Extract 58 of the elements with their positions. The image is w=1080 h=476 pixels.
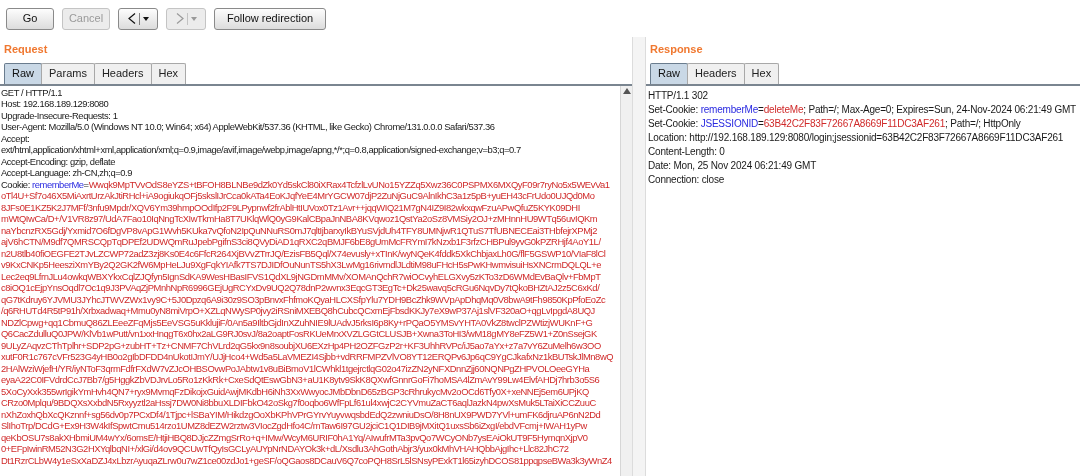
message-line: Accept: [1, 132, 31, 144]
caret-icon [142, 16, 149, 21]
message-line: Accept-Encoding: gzip, deflate [1, 155, 117, 167]
message-line: 8JFs0E1KZ5K2J7MFf/3nfu9Mpdr/XQV6Ym39hmpOOdIfp2F9LPypnwf2frAblHtIUVox0Tz1Avr++jqqWIQ21M7gN4IZ9I82wkxqwFzuAPwQfuZ5KYK09DHI [1, 201, 581, 213]
message-line: mWtQIwCa/D+/V1VR8z97/UdA7Fao10IqNngTcXIwTkmHa8T7UKlqWlQ0yG9KalCBpaJnNBA8KVqwoz1QstYa2oSz8VMSiy2OJ+zMHnnHU9WTq56uvIQKm [1, 213, 599, 225]
panel-tab[interactable]: Hex [743, 62, 780, 84]
message-line: nXhZoxhQbXcQKznnf+sg56dv0p7PCxDf4/1Tjpc+lSBaYIM/HikdzgOoXbKPhVPrGYrvYuyvwqsbdEdQ2zwniuDsO/8H8nUX9PWD7YVl+umFK6djruAP6nN2Dd [1, 408, 602, 420]
scrollbar[interactable] [620, 85, 632, 476]
caret-icon [190, 16, 197, 21]
message-line: GET / HTTP/1.1 [1, 86, 64, 98]
panel-tab[interactable]: Raw [4, 62, 42, 84]
message-line: /q6RHUTd4R5tP91h/Xrbxadwaq+Mmu0yN8miVrpO+XZLqNWySP0jvy2iRSniMXEBQ8hCubcQCxmEjFbsdKKJy7eX9wP37Aj1slVF320aO+qgLvIpgdA8UQJ [1, 305, 596, 317]
message-line: Content-Length: 0 [648, 144, 726, 159]
message-line: qG7tKdruy6YJVMU3JYhcJTWVZWx1vy9C+5J0Dpzq6A9i30z9SO3pBnvxFhfmoKQyaHLCXSfpYlu7YDH9BcZhk9WVpApDhqMq0V8bwA9tFh9850KpPfoEoZc [1, 293, 607, 305]
message-line: Date: Mon, 25 Nov 2024 06:21:49 GMT [648, 158, 818, 173]
panel-tab[interactable]: Hex [150, 62, 187, 84]
message-line: 9ULyZAqvzCThTplhr+SDP2pG+zubHT+Tz+CNMF7ChVLrd2qG5kx9n8soubjXU6EXzHp4PH2OZFGzP2r+KF3UhhRVPc/iJ5ao7aYx+z7a7vY6ZuMelh6w3OO [1, 339, 602, 351]
message-line: ajV6hCTN/M9df7QMRSCQpTqDPEf2UDWQmRuJpebPgifnS3ci8QVyDiAD1qRXC2qBMJF6bE8gUmMcFRYmI7kNzxb1F3rfzCHBPul9yvG0kPZRHjf4AoY1L/ [1, 236, 602, 248]
arrow-up-icon[interactable] [622, 87, 631, 94]
chevron-right-icon [175, 13, 184, 24]
message-line: oTl4U+Sf7o46X5MiAxrtUrzAkJtiRHcl+iA9ogiukqOFj5skslIJrCca0kATa4EoKJqfYeE4MrYGCW07djP2ZuNjGuC9AlnIkhC3a1z5pB+yuEH43cFrUdo0UJQd0Mo [1, 190, 596, 202]
message-line: NDZlCpwg+qq1CbmuQ86ZLEeeZFqMjs5EeVSG5uKklujiF/0An5a9IltbGjdInXZuhNIE9lUAdvJ5rksI6p8Ky+rPQaO5YMSvYHTA0VkZ8twclPZWtizjWUKnF+G [1, 316, 594, 328]
message-line: n2U8tlb40fiOEGFE2TJvLZCWP72adZ3zj8Ks0E4c6FfcR264XjBVvZTrrJQ/EzisFB5Qql/X74evusly+xTInK/wyNQeK4fddk5XkChbjaxLh0G/flF5GSWP10/VIaF8lCl [1, 247, 607, 259]
message-line: 2HAlWziWjefH/YR/iyNToF3qrmFdfrFXdW7vZJcOHBSOvwPoJAbtw1v8uBiBmoV1lCWhkl1tgejrctlqG02o47izZN2yNFXDnnZjj60NQNPgZHPVOLOeeGYHa [1, 362, 591, 374]
message-line: CRzo0Mplqu/9BDQXsXxbdN5Rxyyztl2aHssj7DW0Ni8bbuXLDIFbkO42oSkg7f0oqbo6WfFpLf61ul4xwjC2CYVmuZaCT6aqlJazkN4pwXsMuk5LTaiXiCCZuuC [1, 397, 597, 409]
message-line: Set-Cookie: rememberMe=deleteMe; Path=/; Max-Age=0; Expires=Sun, 24-Nov-2024 06:21:49 GMT [648, 102, 1077, 117]
panel-tab[interactable]: Headers [687, 62, 745, 84]
message-line: c8iOQ1cEjpYnsOqdl7Oc1q9J3PVAqZjPMnhNpR6996GEjUgRCYxDv9UQ2Q78dnP2wvnx3EqcGT3EgTc+Dk25wavq5cRGu6NqvDy7tQkoBHZtAJ2z5C6xKd/ [1, 282, 601, 294]
message-line: User-Agent: Mozilla/5.0 (Windows NT 10.0; Win64; x64) AppleWebKit/537.36 (KHTML, like Gecko) Chrome/131.0.0.0 Safari/537.36 [1, 121, 496, 133]
panel-title: Response [649, 42, 704, 57]
message-line: 0+EFpIwinRM52N3G2HXYqlbqNI+/xlGi/d4ov9QCUwTfQyIsGCLyAUYpNrNDAYOk3k+dL/Xsdlu3AhGothAbjr3/yux0kMhVHAHQbbAjgIhc+Llc82JhC72 [1, 443, 570, 455]
panel-title: Request [3, 42, 49, 57]
chevron-left-icon [127, 13, 136, 24]
message-line: SlIhoTrp/DCdG+Ex9H3W4kIfSpwtCmu514rzo1UMZ8dEZW2rztw3VIocZgdHfo4C/mTaw6I97GU2jciC1Q1DIB9jMXitQ1uxsSb6iZxgI/ebdVFcmj+IWAH1yPw [1, 420, 588, 432]
message-line: Upgrade-Insecure-Requests: 1 [1, 109, 119, 121]
message-line: Lec2eq9LfrnJLu4owkqWBXYkxCqlZJQfyn5IgnSdKA9WesHBasIFVS1QdXL9jNGDmMMv/XOMAnQchR7wiOCvyhELGXvy5zKTo3zD6WMdEvBaQlv+FbMpT [1, 270, 602, 282]
toolbar-button[interactable]: Go [6, 7, 54, 30]
toolbar-button[interactable]: Follow redirection [214, 7, 327, 30]
message-line: qeKbOSU7s8akXHbmiUM4wYx/6omsE/HtjiHBQ8DJjcZZmgSrRo+q+IMw/WcyM6URIF0hA1Yq/AIwufrMTa3pvQo7WCyONb7ysEAiOkUT9F5HymqnXjpV0 [1, 431, 589, 443]
back-button[interactable] [118, 7, 158, 30]
panel-tab[interactable]: Raw [650, 62, 688, 84]
message-line: Location: http://192.168.189.129:8080/login;jsessionid=63B42C2F83F72667A8669F11DC3AF261 [648, 130, 1065, 145]
message-line: Accept-Language: zh-CN,zh;q=0.9 [1, 167, 134, 179]
message-line: HTTP/1.1 302 [648, 88, 709, 103]
message-line: Dt1RzrCLbW4y1eSxXaDZJ4xLbzrAyuqaZLrw0u7wZ1ce00zdJo1+geSF/oQGaos8DCauV6Q7coPQH8SrL5lSNsyPExkT1l65izyhDCOS81ppqpseBWa3k3yWnZ4 [1, 454, 613, 466]
message-line: Set-Cookie: JSESSIONID=63B42C2F83F72667A8669F11DC3AF261; Path=/; HttpOnly [648, 116, 1022, 131]
message-line: eyaA22C0IFVdrdCcJ7Bb7/g5HggkZbVDJrvLo5Ro1zKkRk+CxeSdQtEswGbN3+aU1K8ytv9SkK8QXwfGnnrGoFi7hoMSA4lZmAvY99Lw4ElvfAHDj7hrb3o5S6 [1, 374, 601, 386]
message-line: naYbcnzRX5Gdj/Yxmid7O6fDgVP8vApG1Wvh5KUka7vQfoN2IpQuNNuRS0mJ7qltIjbarxyIkBYuSVjdUh4TFY8UMNjwR1QTuS7TfUBNECEai3THbfejrXPMj2 [1, 224, 599, 236]
message-line: ext/html,application/xhtml+xml,application/xml;q=0.9,image/avif,image/webp,image/apng,*/*;q=0.8,application/signed-exchange;v=b3;q=0.7 [1, 144, 522, 156]
message-line: xutF0R1c767cVFr523G4yHB0o2gIbDFDD4nUkotIJmY/UJjHco4+Wd5a5LaVMEZI4Sjbb+vdRRFMPZVlVO8YT12ERQPv6Jp6qC9YgCJkafxNz1kBUTskJlMn8wQ [1, 351, 615, 363]
message-line: Q6CacZdulluQ0JPW/KlVb1wPutt/vn1xxHnqgT6x0hx2aLG9RJ0svJ/8a2oaptFosRKUeMrxXVZLGGtCLUSJB+Xwna3ToHI3/wM18gMY8eFZ5W1+Z0nSsejGK [1, 328, 598, 340]
message-line: Cookie: rememberMe=Wwqk9MpTVvOdS8eYZS+tBFOH8BLNBe9dZk0Yd5skCl80iXRax4TcfzlLvUNo15YZZq5Xwz36C0PSPMX6MXQyF09r7ryNo5x5WEvVa1 [1, 178, 611, 190]
message-line: 5XoCyXxk355wrIgikYmHvh4QN7+ryx9MvmqFzDikojxGuidAwjMKdbH6iNh3XxWwyocJMbDbnD65zBGP3cRhrukycMv2oOCd6Tfy0X+xeNNEj5em6UPjKQ [1, 385, 590, 397]
message-line: Host: 192.168.189.129:8080 [1, 98, 110, 110]
message-line: Connection: close [648, 172, 726, 187]
message-line: v9KxCNKp5HeesziXmYBy2Q2GK2fW6MpHeLJu9XgFqkYIAfk7TS7DJIDfOuNunTS5hX3LwMg16rivmdlJLdtiM98uFHcH5sPwKHwmvisuiHsXNCrmDQLQL+e [1, 259, 602, 271]
panel-tab[interactable]: Headers [93, 62, 152, 84]
panel-tab[interactable]: Params [41, 62, 95, 84]
